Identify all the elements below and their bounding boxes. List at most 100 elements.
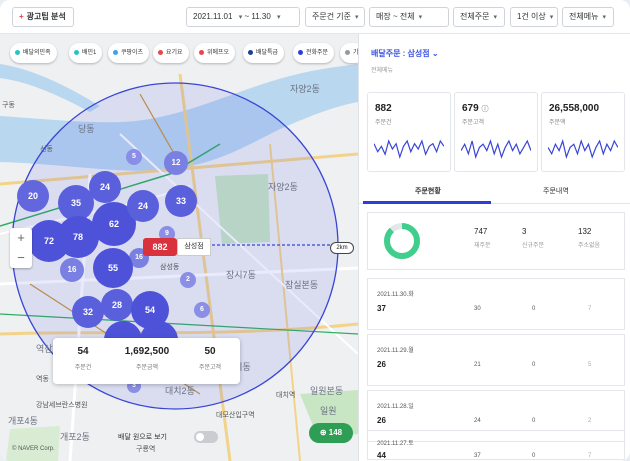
dot-icon	[74, 49, 79, 55]
stat-label: 주문고객	[198, 365, 222, 371]
date-range-picker[interactable]: 2021.11.01 ▾ ~ 11.30 ▾	[186, 7, 300, 27]
place-label: 일원본동	[310, 386, 344, 396]
panel-header: 배달주문 : 삼성점 ⌄ 전체메뉴	[371, 48, 439, 74]
tab-order-status[interactable]: 주문현황	[415, 186, 441, 196]
order-cluster[interactable]: 28	[101, 289, 133, 321]
summary-value: 3	[522, 227, 527, 236]
stat-value: 54	[77, 346, 89, 357]
order-cluster[interactable]: 2	[180, 272, 196, 288]
place-label: 대치2동	[165, 386, 195, 396]
day-date: 2021.11.28.일	[377, 404, 414, 410]
chip-yogiyo[interactable]: 요기요	[153, 43, 189, 63]
order-summary: 747 재주문 3 신규주문 132 주소없음	[367, 212, 625, 270]
stat-customers: 50 주문고객	[189, 346, 231, 371]
order-cluster[interactable]: 55	[93, 248, 133, 288]
menu-select[interactable]: 전체메뉴 ▾	[562, 7, 614, 27]
summary-value: 132	[578, 227, 592, 236]
date-end: 11.30	[251, 12, 271, 21]
day-no-address: 7	[588, 453, 592, 459]
place-label: 장시7동	[226, 270, 256, 280]
order-cluster[interactable]: 12	[164, 151, 188, 175]
kpi-row: 882 주문건 679 ⓘ 주문고객 26,558,000 주문액	[367, 92, 625, 172]
chevron-down-icon: ▾	[355, 14, 359, 21]
chip-label: 배민1	[82, 50, 97, 56]
chip-baemin1[interactable]: 배민1	[69, 43, 103, 63]
zoom-control: + −	[10, 228, 32, 268]
count-icon: ⊕	[319, 428, 329, 437]
chip-other[interactable]: 기	[340, 43, 358, 63]
summary-label: 주소없음	[578, 243, 601, 249]
chip-wemakeprice[interactable]: 위메프오	[194, 43, 236, 63]
info-icon[interactable]: ⓘ	[481, 106, 488, 113]
dot-icon	[113, 49, 118, 55]
summary-new: 3 신규주문	[522, 227, 544, 249]
kpi-value-row: 679 ⓘ	[462, 103, 488, 114]
sparkline-line	[374, 139, 444, 159]
kpi-sparkline	[374, 139, 444, 159]
radius-toggle-label: 배달 원으로 보기	[118, 434, 167, 441]
chip-phone-order[interactable]: 전화주문	[293, 43, 335, 63]
radius-toggle-switch[interactable]	[194, 431, 218, 443]
order-cluster[interactable]: 5	[126, 149, 142, 165]
order-cluster[interactable]: 78	[57, 216, 99, 258]
panel-title[interactable]: 배달주문 : 삼성점 ⌄	[371, 48, 439, 59]
order-cluster[interactable]: 32	[72, 296, 104, 328]
delivery-map[interactable]: 배달의민족 배민1 쿠팡이츠 요기요 위메프오 배달특급 전화주문 기 자양2동…	[0, 34, 358, 461]
chevron-down-icon: ▾	[418, 14, 423, 21]
kpi-label: 주문건	[375, 120, 392, 126]
place-label: 대모산입구역	[216, 412, 255, 419]
chip-delivery-special[interactable]: 배달특급	[243, 43, 285, 63]
order-cluster[interactable]: 24	[89, 171, 121, 203]
chip-coupang[interactable]: 쿠팡이츠	[108, 43, 150, 63]
summary-value: 747	[474, 227, 488, 236]
store-name: 삼성점	[177, 238, 211, 256]
day-reorder: 24	[474, 418, 481, 424]
place-label: 대치역	[276, 392, 296, 399]
chip-baemin[interactable]: 배달의민족	[10, 43, 57, 63]
order-type-select[interactable]: 전체주문 ▾	[453, 7, 505, 27]
place-label: 자양2동	[268, 182, 298, 192]
order-cluster[interactable]: 20	[17, 180, 49, 212]
day-row[interactable]: 2021.11.30.화 37 30 0 7	[367, 278, 625, 330]
chevron-down-icon: ▾	[238, 14, 243, 21]
kpi-sparkline	[461, 139, 531, 159]
tab-order-history[interactable]: 주문내역	[543, 186, 569, 196]
day-new: 0	[532, 362, 536, 368]
kpi-card-customers: 679 ⓘ 주문고객	[454, 92, 538, 172]
tab-active-indicator	[363, 201, 491, 204]
stat-label: 주문금액	[135, 365, 159, 371]
ad-analysis-button[interactable]: + 광고팁 분석	[12, 7, 74, 27]
day-row[interactable]: 2021.11.27.토 44 37 0 7	[367, 430, 625, 460]
map-count-badge[interactable]: ⊕ 148	[309, 423, 353, 443]
chip-label: 위메프오	[207, 50, 230, 56]
basis-select[interactable]: 주문건 기준 ▾	[305, 7, 365, 27]
day-row[interactable]: 2021.11.29.월 26 21 0 5	[367, 334, 625, 386]
order-cluster[interactable]: 33	[165, 185, 197, 217]
dot-icon	[248, 49, 253, 55]
summary-reorder: 747 재주문	[474, 227, 491, 249]
order-cluster[interactable]: 6	[194, 302, 210, 318]
ad-analysis-label: 광고팁 분석	[26, 12, 66, 21]
store-select[interactable]: 매장 ~ 전체 ▾	[369, 7, 449, 27]
day-reorder: 37	[474, 453, 481, 459]
kpi-value: 882	[375, 103, 392, 114]
order-panel: 배달주문 : 삼성점 ⌄ 전체메뉴 882 주문건 679 ⓘ 주문고객 26,…	[358, 34, 630, 461]
day-new: 0	[532, 306, 536, 312]
place-label: 자양2동	[290, 84, 320, 94]
kpi-card-amount: 26,558,000 주문액	[541, 92, 625, 172]
order-cluster[interactable]: 16	[60, 258, 84, 282]
order-cluster[interactable]: 24	[127, 190, 159, 222]
panel-title-text: 배달주문 : 삼성점	[371, 49, 430, 58]
zoom-in-button[interactable]: +	[10, 228, 32, 248]
date-separator: ~	[244, 12, 250, 21]
place-label: 삼성동	[160, 264, 180, 271]
kpi-value: 679	[462, 103, 479, 114]
order-type-label: 전체주문	[460, 12, 490, 21]
store-order-count: 882	[143, 238, 177, 256]
plus-icon: +	[19, 12, 24, 21]
radius-distance: 2km	[330, 242, 354, 254]
zoom-out-button[interactable]: −	[10, 248, 32, 268]
min-count-select[interactable]: 1건 이상 ▾	[510, 7, 558, 27]
place-label: 개포2동	[60, 432, 90, 442]
day-date: 2021.11.29.월	[377, 348, 414, 354]
